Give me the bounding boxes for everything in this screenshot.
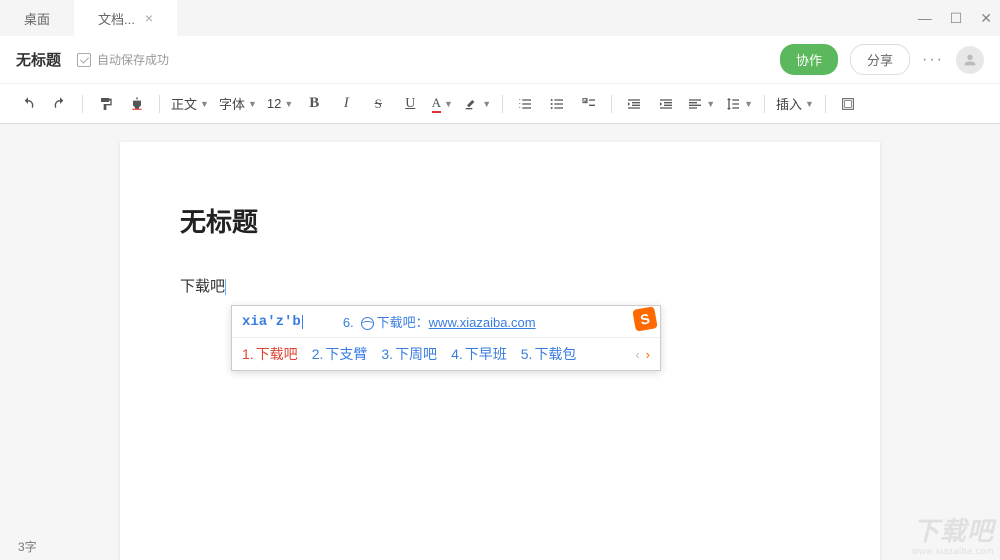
ime-next-icon[interactable]: ›	[646, 347, 650, 362]
ime-pagination: ‹ ›	[635, 347, 650, 362]
ime-prev-icon[interactable]: ‹	[635, 347, 639, 362]
chevron-down-icon: ▼	[706, 99, 715, 109]
undo-button[interactable]	[14, 90, 42, 118]
tabs-bar: 桌面 文档... × — ☐ ✕	[0, 0, 1000, 36]
insert-dropdown[interactable]: 插入▼	[773, 90, 817, 118]
autosave-icon	[77, 53, 91, 67]
chevron-down-icon: ▼	[200, 99, 209, 109]
collab-button[interactable]: 协作	[780, 44, 838, 75]
chevron-down-icon: ▼	[482, 99, 491, 109]
ime-candidate-2[interactable]: 2.下支臂	[312, 344, 368, 364]
ime-web-candidate[interactable]: 6. 下载吧：www.xiazaiba.com	[343, 312, 536, 331]
toolbar: 正文▼ 字体▼ 12▼ B I S U A▼ ▼ ▼ ▼ 插入▼	[0, 84, 1000, 124]
ime-panel: xia'z'b 6. 下载吧：www.xiazaiba.com S 1.下载吧 2…	[231, 305, 661, 371]
tab-document[interactable]: 文档... ×	[74, 0, 177, 36]
ime-web-label: 下载吧：	[377, 315, 429, 330]
chevron-down-icon: ▼	[248, 99, 257, 109]
insert-label: 插入	[776, 94, 802, 113]
share-button[interactable]: 分享	[850, 44, 910, 75]
maximize-icon[interactable]: ☐	[950, 10, 963, 27]
fullscreen-button[interactable]	[834, 90, 862, 118]
ime-candidate-4[interactable]: 4.下早班	[451, 344, 507, 364]
indent-button[interactable]	[652, 90, 680, 118]
chevron-down-icon: ▼	[444, 99, 453, 109]
page-body-text[interactable]: 下载吧	[180, 275, 820, 296]
browser-icon	[361, 317, 374, 330]
char-count: 3字	[18, 538, 37, 555]
title-row: 无标题 自动保存成功 协作 分享 ···	[0, 36, 1000, 84]
format-painter-button[interactable]	[91, 90, 119, 118]
ime-caret	[302, 315, 303, 329]
outdent-button[interactable]	[620, 90, 648, 118]
text-cursor	[225, 279, 226, 295]
bold-button[interactable]: B	[300, 90, 328, 118]
ime-input-row: xia'z'b 6. 下载吧：www.xiazaiba.com S	[232, 306, 660, 338]
unordered-list-button[interactable]	[543, 90, 571, 118]
typed-text: 下载吧	[180, 278, 225, 295]
autosave-status: 自动保存成功	[97, 51, 169, 68]
chevron-down-icon: ▼	[744, 99, 753, 109]
ime-web-url: www.xiazaiba.com	[429, 315, 536, 330]
checklist-button[interactable]	[575, 90, 603, 118]
paragraph-style-label: 正文	[171, 94, 197, 113]
strikethrough-button[interactable]: S	[364, 90, 392, 118]
avatar[interactable]	[956, 46, 984, 74]
paragraph-style-dropdown[interactable]: 正文▼	[168, 90, 212, 118]
chevron-down-icon: ▼	[284, 99, 293, 109]
ordered-list-button[interactable]	[511, 90, 539, 118]
ime-candidate-1[interactable]: 1.下载吧	[242, 344, 298, 364]
window-controls: — ☐ ✕	[918, 0, 992, 36]
text-color-button[interactable]: A▼	[428, 90, 456, 118]
chevron-down-icon: ▼	[805, 99, 814, 109]
document-title[interactable]: 无标题	[16, 49, 61, 70]
page-heading[interactable]: 无标题	[180, 202, 820, 239]
font-label: 字体	[219, 94, 245, 113]
ime-candidates-row: 1.下载吧 2.下支臂 3.下周吧 4.下早班 5.下载包 ‹ ›	[232, 338, 660, 370]
align-dropdown[interactable]: ▼	[684, 90, 718, 118]
italic-button[interactable]: I	[332, 90, 360, 118]
line-spacing-dropdown[interactable]: ▼	[722, 90, 756, 118]
ime-candidate-3[interactable]: 3.下周吧	[381, 344, 437, 364]
clear-format-button[interactable]	[123, 90, 151, 118]
font-size-dropdown[interactable]: 12▼	[264, 90, 296, 118]
status-bar: 3字	[0, 532, 55, 560]
ime-pinyin-input: xia'z'b	[242, 314, 301, 330]
font-dropdown[interactable]: 字体▼	[216, 90, 260, 118]
tab-close-icon[interactable]: ×	[145, 10, 153, 26]
minimize-icon[interactable]: —	[918, 10, 932, 26]
ime-web-num: 6.	[343, 315, 354, 330]
tab-desktop[interactable]: 桌面	[0, 0, 74, 36]
highlight-button[interactable]: ▼	[460, 90, 494, 118]
font-size-label: 12	[267, 96, 281, 111]
close-icon[interactable]: ✕	[980, 10, 992, 27]
more-icon[interactable]: ···	[922, 51, 944, 69]
tab-label: 文档...	[98, 9, 135, 28]
underline-button[interactable]: U	[396, 90, 424, 118]
sogou-logo-icon: S	[632, 306, 657, 331]
redo-button[interactable]	[46, 90, 74, 118]
ime-candidate-5[interactable]: 5.下载包	[521, 344, 577, 364]
